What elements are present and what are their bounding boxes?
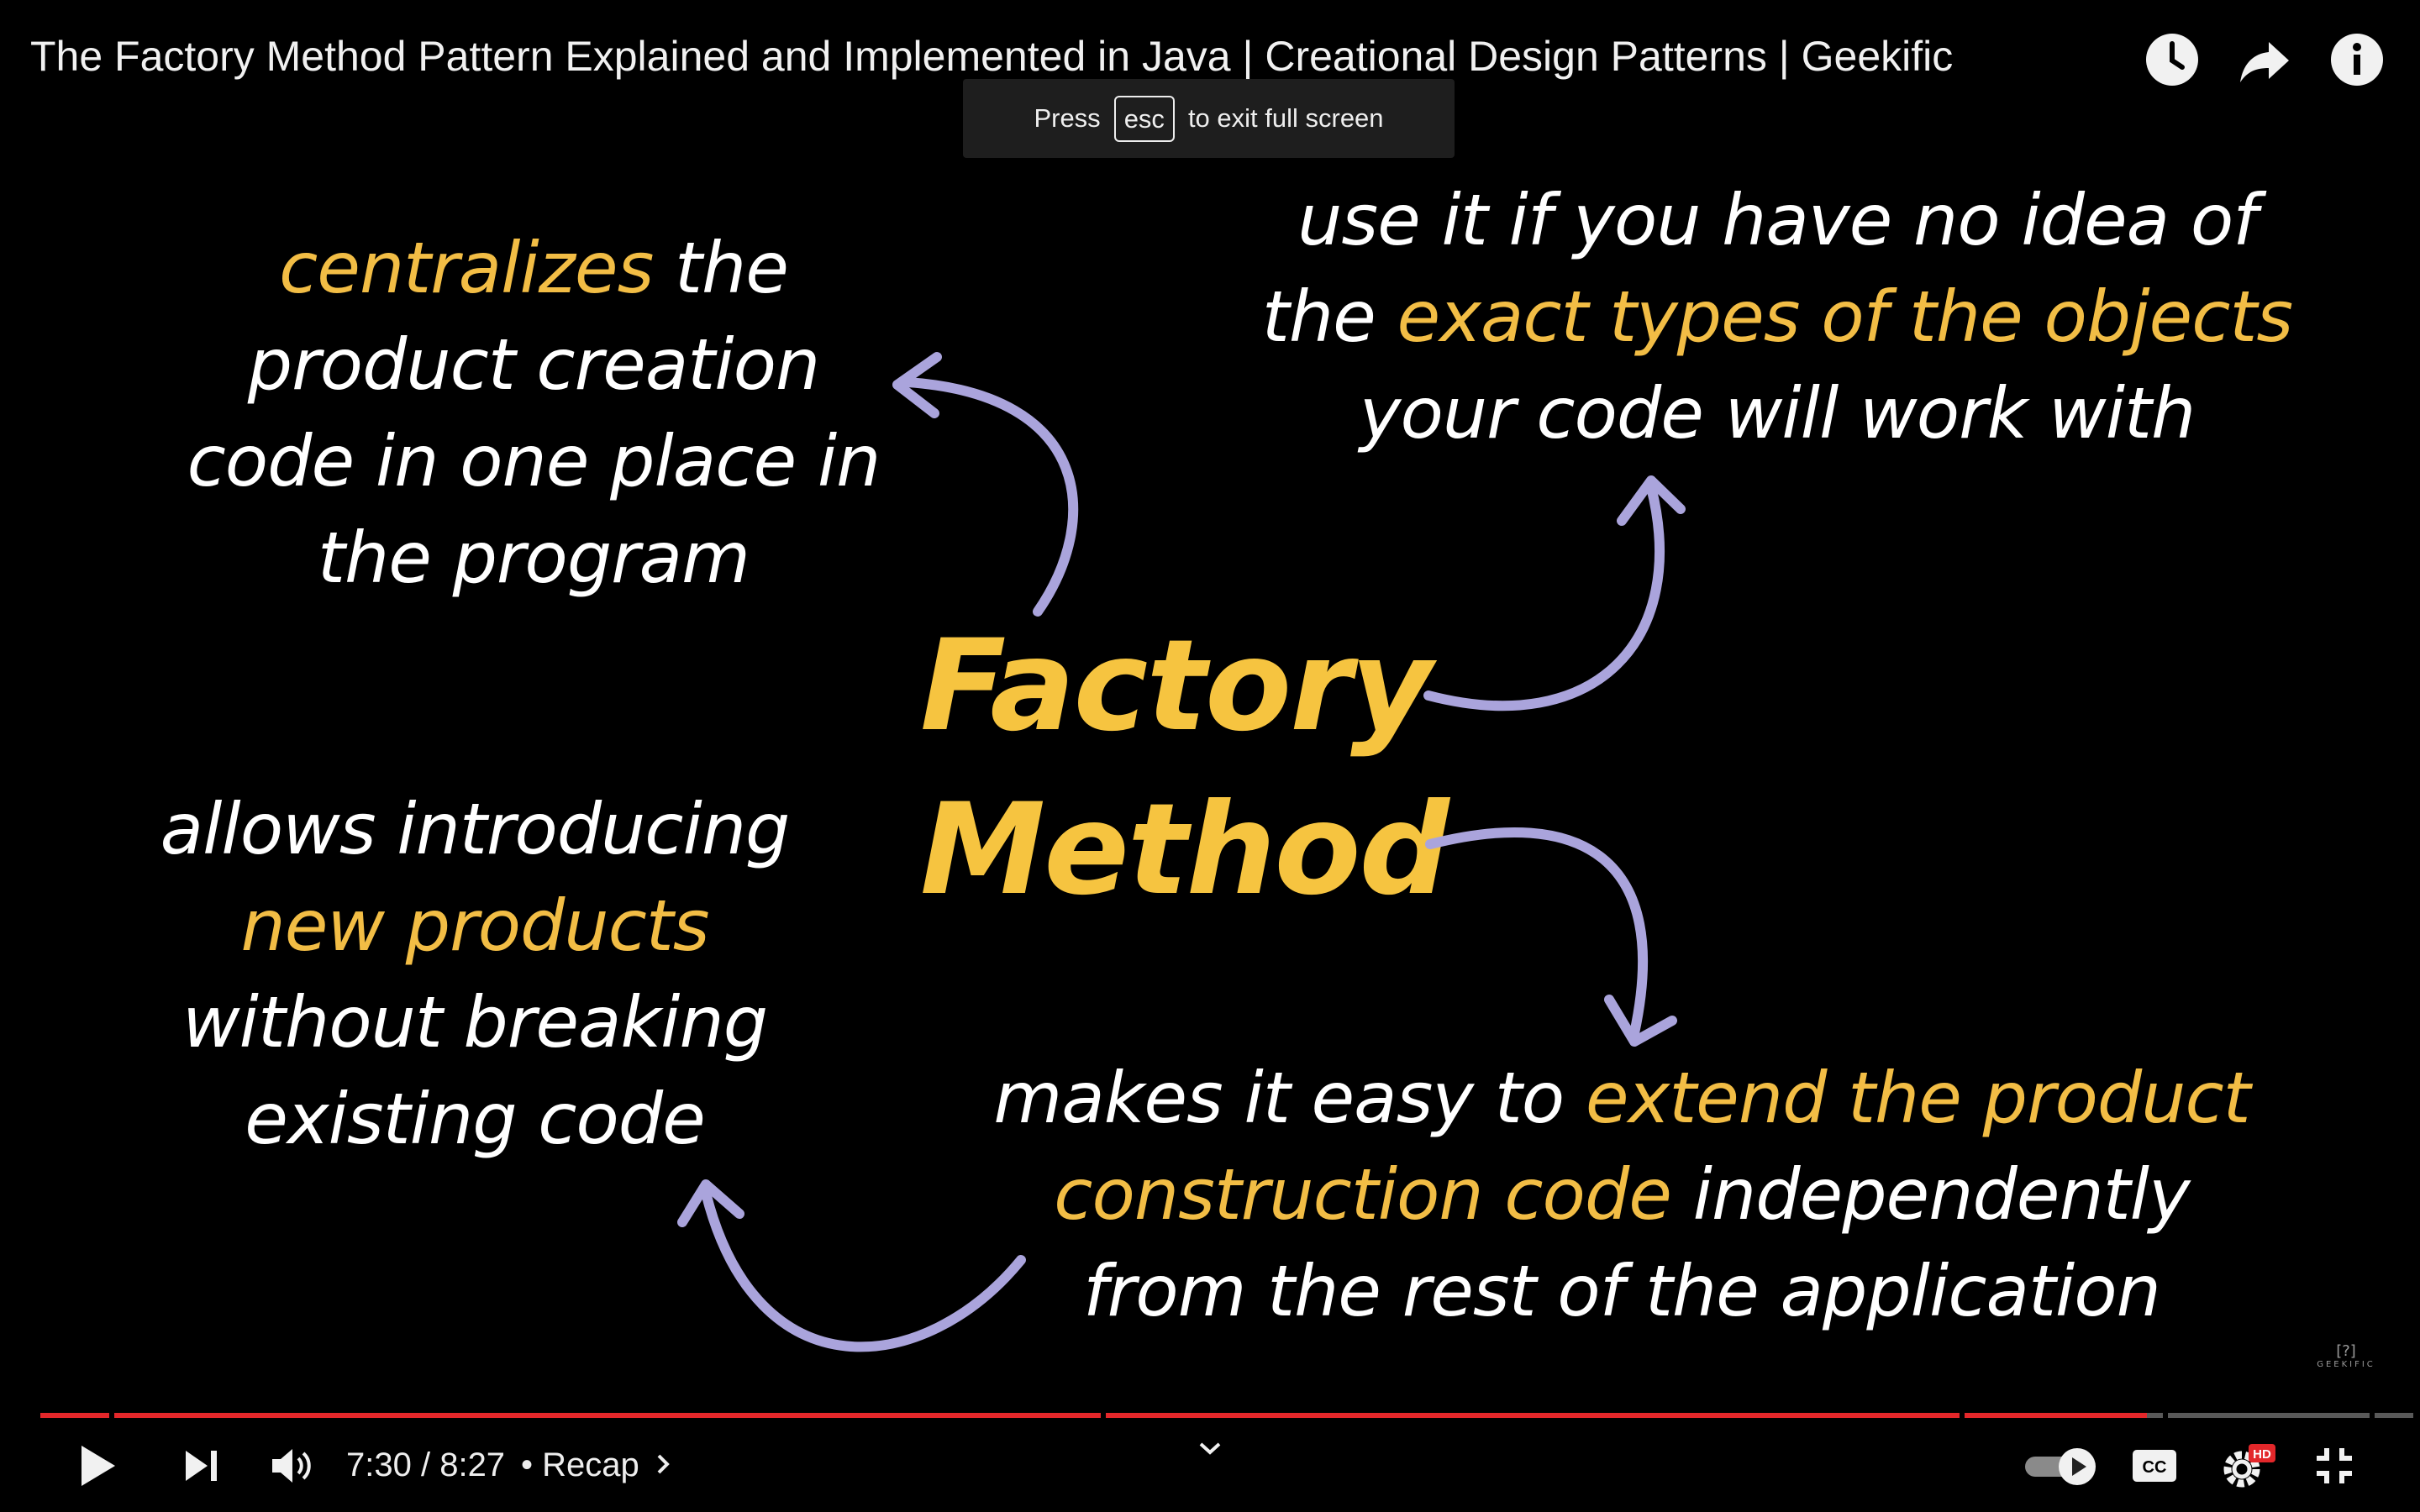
chapter-segment-current[interactable] (1965, 1413, 2163, 1418)
highlight-exact-types: exact types of the objects (1397, 276, 2293, 358)
time-display: 7:30 / 8:27 (346, 1446, 505, 1484)
fullscreen-hint-suffix: to exit full screen (1187, 103, 1384, 133)
chapter-segment[interactable] (114, 1413, 1101, 1418)
arrowhead-top-left (892, 352, 942, 418)
autoplay-toggle-icon (2025, 1448, 2096, 1485)
text-line: from the rest of the application (1083, 1250, 2161, 1332)
slide-center-title: Factory Method (920, 605, 1449, 932)
arrowhead-bottom-right (1604, 995, 1677, 1047)
play-button[interactable] (72, 1436, 123, 1495)
text-line: existing code (245, 1078, 706, 1160)
arrow-to-top-left (902, 377, 1079, 617)
text-line: use it if you have no idea of (1297, 179, 2258, 261)
highlight-extend-product: extend the product (1585, 1057, 2251, 1139)
info-icon[interactable] (2329, 32, 2385, 87)
text-fragment: the (1261, 276, 1397, 358)
chapter-separator: • (521, 1446, 543, 1483)
hd-badge: HD (2253, 1447, 2271, 1462)
arrowhead-top-right (1617, 475, 1686, 526)
chevron-down-button[interactable] (1193, 1428, 1227, 1470)
slide-text-bottom-right: makes it easy to extend the product cons… (950, 1050, 2294, 1340)
player-controls: 7:30 / 8:27 • Recap CC HD (0, 1428, 2420, 1512)
fullscreen-hint: Press esc to exit full screen (963, 79, 1455, 158)
time-separator: / (411, 1446, 440, 1483)
video-title[interactable]: The Factory Method Pattern Explained and… (30, 32, 1953, 81)
play-icon (82, 1446, 115, 1486)
chapter-segment[interactable] (2375, 1413, 2413, 1418)
volume-button[interactable] (267, 1436, 318, 1495)
progress-bar[interactable] (40, 1413, 2413, 1420)
share-icon[interactable] (2237, 32, 2292, 87)
text-fragment: the (653, 227, 789, 309)
fullscreen-hint-prefix: Press (1034, 103, 1101, 133)
title-line-method: Method (920, 777, 1449, 923)
arrowhead-bottom-left (677, 1179, 744, 1227)
svg-text:CC: CC (2143, 1458, 2167, 1477)
slide-text-bottom-left: allows introducing new products without … (126, 781, 823, 1168)
watch-later-icon[interactable] (2144, 32, 2200, 87)
slide-text-top-left: centralizes the product creation code in… (168, 220, 899, 606)
settings-icon: HD (2223, 1444, 2275, 1488)
time-total: 8:27 (439, 1446, 506, 1483)
geekific-watermark: [?] GEEKIFIC (2312, 1342, 2380, 1369)
text-line: without breaking (182, 981, 768, 1063)
text-line: your code will work with (1359, 372, 2196, 454)
chevron-right-icon (655, 1446, 671, 1484)
time-current: 7:30 (346, 1446, 412, 1483)
chapter-title-button[interactable]: • Recap (521, 1446, 671, 1484)
volume-icon (272, 1449, 311, 1483)
watermark-text: GEEKIFIC (2317, 1360, 2375, 1369)
exit-fullscreen-button[interactable] (2309, 1436, 2360, 1495)
chapter-title: Recap (542, 1446, 639, 1483)
exit-fullscreen-icon (2317, 1448, 2352, 1483)
captions-icon: CC (2133, 1450, 2176, 1482)
text-line: code in one place in (187, 420, 881, 502)
captions-button[interactable]: CC (2129, 1436, 2180, 1495)
arrow-to-bottom-right (1425, 827, 1648, 1038)
text-fragment: independently (1670, 1153, 2191, 1236)
esc-key-badge: esc (1113, 95, 1175, 142)
next-icon (186, 1451, 217, 1481)
autoplay-toggle[interactable] (2022, 1436, 2101, 1495)
text-fragment: makes it easy to (993, 1057, 1586, 1139)
title-line-factory: Factory (920, 613, 1433, 759)
chevron-down-icon (1199, 1442, 1221, 1455)
settings-button[interactable]: HD (2218, 1436, 2277, 1495)
text-line: product creation (247, 323, 820, 406)
next-button[interactable] (176, 1436, 227, 1495)
chapter-segment[interactable] (2168, 1413, 2370, 1418)
slide-text-top-right: use it if you have no idea of the exact … (1235, 172, 2319, 462)
highlight-construction-code: construction code (1054, 1153, 1672, 1236)
chapter-segment[interactable] (40, 1413, 109, 1418)
highlight-centralizes: centralizes (279, 227, 654, 309)
highlight-new-products: new products (240, 885, 709, 967)
arrow-to-top-right (1423, 482, 1665, 711)
text-line: the program (318, 517, 750, 599)
chapter-segment[interactable] (1106, 1413, 1960, 1418)
geekific-logo-icon: [?] (2336, 1342, 2356, 1360)
text-line: allows introducing (160, 788, 791, 870)
